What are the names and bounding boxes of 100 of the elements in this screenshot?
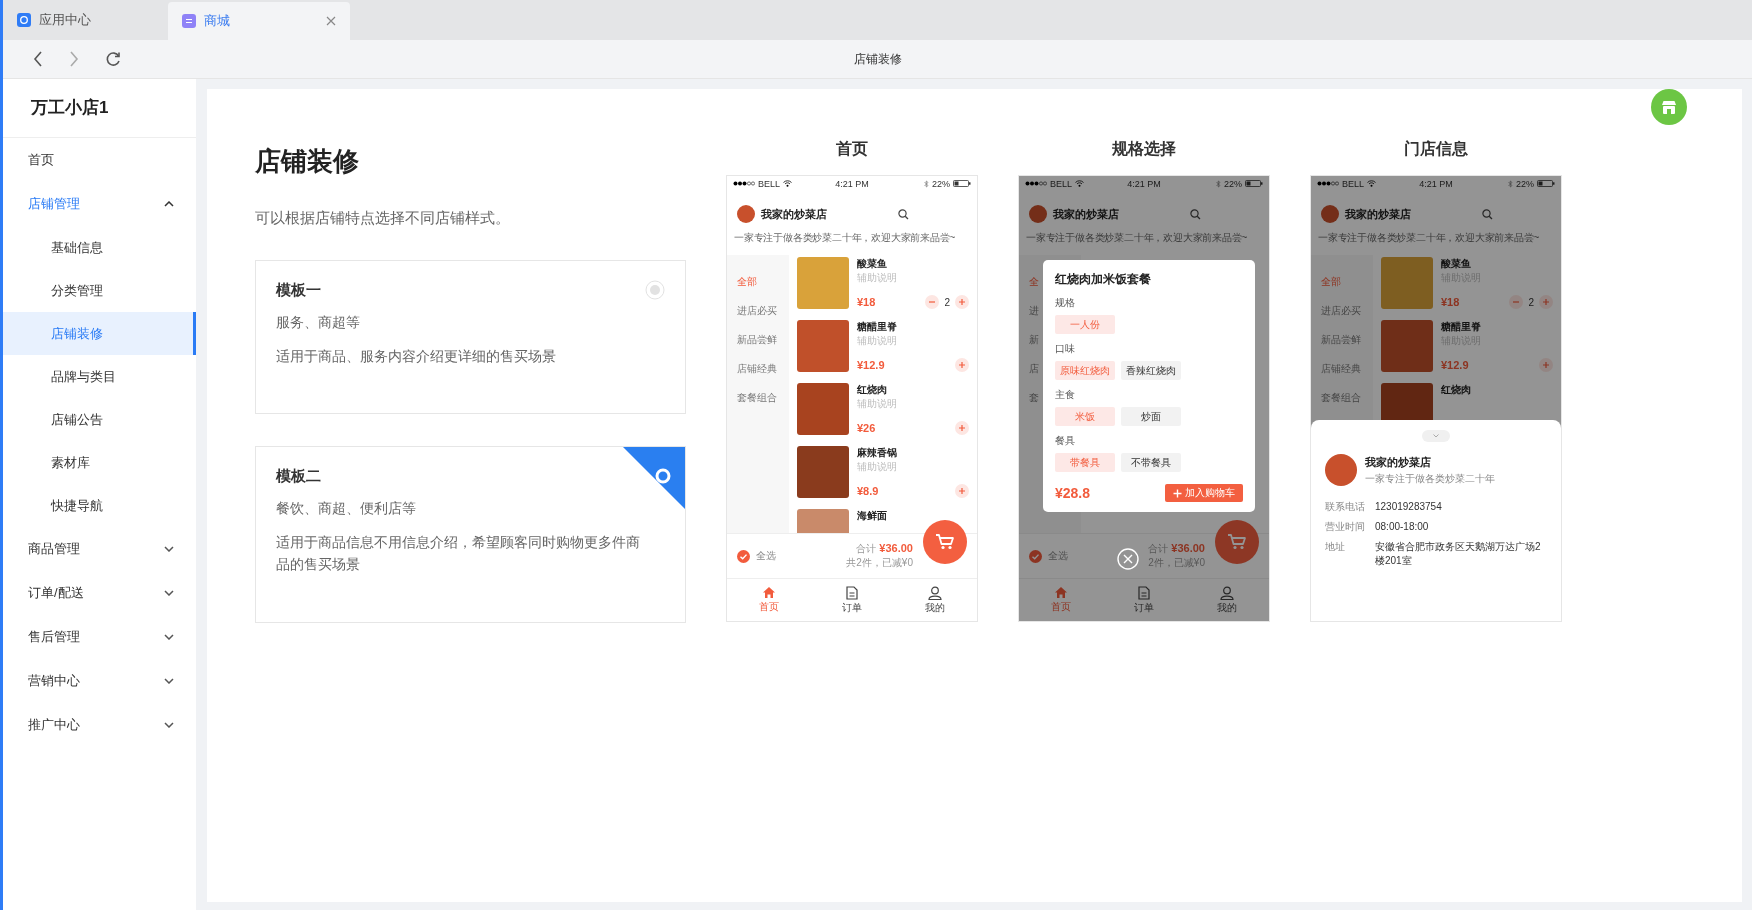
bottom-tab[interactable]: 首页 — [758, 586, 779, 614]
sidebar-subitem[interactable]: 分类管理 — [3, 269, 196, 312]
sidebar-subitem[interactable]: 快捷导航 — [3, 484, 196, 527]
category-item[interactable]: 套餐组合 — [1321, 391, 1373, 405]
sidebar-subitem[interactable]: 素材库 — [3, 441, 196, 484]
battery-icon — [1537, 180, 1555, 187]
category-item[interactable]: 全部 — [1321, 275, 1373, 289]
home-icon — [761, 586, 776, 599]
selected-corner-icon[interactable] — [623, 447, 685, 509]
bottom-tab[interactable]: 订单 — [842, 585, 862, 615]
app-icon — [182, 14, 196, 28]
sidebar-group[interactable]: 店铺管理 — [3, 182, 196, 226]
browser-tab[interactable]: 应用中心 — [3, 0, 168, 40]
status-time: 4:21 PM — [1419, 178, 1453, 189]
sidebar-group[interactable]: 订单/配送 — [3, 571, 196, 615]
cart-summary: 共2件，已减¥0 — [846, 556, 913, 570]
category-item[interactable]: 店铺经典 — [737, 362, 789, 376]
dialog-title: 红烧肉加米饭套餐 — [1055, 271, 1152, 288]
bottom-tab[interactable]: 我的 — [925, 585, 946, 615]
sidebar-group[interactable]: 营销中心 — [3, 659, 196, 703]
preview-title: 首页 — [836, 139, 868, 159]
sidebar-subitem[interactable]: 品牌与类目 — [3, 355, 196, 398]
plus-icon[interactable] — [955, 421, 969, 435]
back-icon[interactable] — [33, 51, 43, 67]
store-icon — [1661, 99, 1677, 115]
select-all-label: 全选 — [1048, 549, 1068, 563]
info-label: 营业时间 — [1325, 520, 1366, 534]
category-item[interactable]: 全部 — [737, 275, 789, 289]
category-item[interactable]: 进店必买 — [1321, 304, 1373, 318]
dish-price: ¥18 — [857, 296, 876, 308]
battery-percent: 22% — [1224, 178, 1242, 189]
carrier-label: BELL — [758, 178, 781, 189]
shop-photo-placeholder — [1325, 454, 1357, 486]
preview-title: 规格选择 — [1112, 139, 1176, 159]
option-chip[interactable]: 不带餐具 — [1121, 453, 1181, 472]
browser-tab[interactable]: 商城 — [168, 2, 350, 40]
battery-percent: 22% — [1516, 178, 1534, 189]
dish-photo-placeholder — [797, 383, 849, 435]
sidebar-group[interactable]: 推广中心 — [3, 703, 196, 747]
template-card[interactable]: 模板一 服务、商超等 适用于商品、服务内容介绍更详细的售买场景 — [255, 260, 686, 414]
category-item[interactable]: 店铺经典 — [1321, 362, 1373, 376]
signal-icon — [1317, 181, 1339, 186]
sidebar-group[interactable]: 商品管理 — [3, 527, 196, 571]
sidebar-group[interactable]: 售后管理 — [3, 615, 196, 659]
plus-icon[interactable] — [1539, 295, 1553, 309]
signal-icon — [733, 181, 755, 186]
check-circle-icon[interactable] — [1029, 549, 1042, 563]
sidebar-item[interactable]: 首页 — [3, 138, 196, 182]
plus-icon[interactable] — [955, 484, 969, 498]
status-time: 4:21 PM — [1127, 178, 1161, 189]
plus-icon[interactable] — [1539, 358, 1553, 372]
plus-icon[interactable] — [955, 295, 969, 309]
add-to-cart-button[interactable]: 加入购物车 — [1165, 484, 1243, 502]
bluetooth-icon — [1216, 179, 1221, 188]
check-circle-icon[interactable] — [737, 549, 750, 563]
search-icon[interactable] — [898, 208, 909, 220]
close-icon[interactable] — [326, 16, 336, 26]
radio-icon[interactable] — [645, 280, 665, 300]
template-description: 适用于商品、服务内容介绍更详细的售买场景 — [276, 348, 557, 366]
sidebar-subitem[interactable]: 店铺公告 — [3, 398, 196, 441]
minus-icon[interactable] — [1509, 295, 1524, 309]
cart-button[interactable] — [1215, 520, 1259, 564]
cart-icon — [935, 533, 955, 551]
store-button[interactable] — [1651, 89, 1687, 125]
template-card[interactable]: 模板二 餐饮、商超、便利店等 适用于商品信息不用信息介绍，希望顾客同时购物更多件商品的售买场景 — [255, 446, 686, 623]
category-item[interactable]: 套餐组合 — [737, 391, 789, 405]
dish-note: 辅助说明 — [857, 334, 898, 348]
shop-name: 我家的炒菜店 — [1053, 206, 1119, 222]
category-item[interactable]: 新品尝鲜 — [737, 333, 789, 347]
reload-icon[interactable] — [105, 51, 121, 67]
dish-name: 酸菜鱼 — [857, 257, 888, 271]
dish-note: 辅助说明 — [857, 271, 898, 285]
category-item[interactable]: 新品尝鲜 — [1321, 333, 1373, 347]
collapse-handle-icon[interactable] — [1422, 430, 1450, 442]
option-chip[interactable]: 带餐具 — [1055, 453, 1115, 472]
cart-button[interactable] — [923, 520, 967, 564]
info-value: 安徽省合肥市政务区天鹅湖万达广场2楼201室 — [1375, 540, 1542, 568]
search-icon[interactable] — [1482, 208, 1493, 220]
category-item[interactable]: 进店必买 — [737, 304, 789, 318]
wifi-icon — [1075, 180, 1085, 187]
search-icon[interactable] — [1190, 208, 1201, 220]
dish-name: 红烧肉 — [1441, 383, 1472, 397]
option-chip[interactable]: 炒面 — [1121, 407, 1181, 426]
option-chip[interactable]: 米饭 — [1055, 407, 1115, 426]
bottom-tab[interactable]: 首页 — [1050, 586, 1071, 614]
dialog-price: ¥28.8 — [1055, 485, 1091, 501]
template-tags: 餐饮、商超、便利店等 — [276, 500, 665, 518]
option-chip[interactable]: 一人份 — [1055, 315, 1115, 334]
template-title: 模板二 — [276, 467, 321, 486]
dish-price: ¥18 — [1441, 296, 1460, 308]
dish-photo-placeholder — [797, 446, 849, 498]
forward-icon[interactable] — [69, 51, 79, 67]
plus-icon[interactable] — [955, 358, 969, 372]
option-chip[interactable]: 原味红烧肉 — [1055, 361, 1115, 380]
sidebar-subitem[interactable]: 店铺装修 — [3, 312, 196, 355]
minus-icon[interactable] — [925, 295, 940, 309]
bottom-tab[interactable]: 我的 — [1217, 585, 1238, 615]
bottom-tab[interactable]: 订单 — [1134, 585, 1154, 615]
sidebar-subitem[interactable]: 基础信息 — [3, 226, 196, 269]
option-chip[interactable]: 香辣红烧肉 — [1121, 361, 1181, 380]
